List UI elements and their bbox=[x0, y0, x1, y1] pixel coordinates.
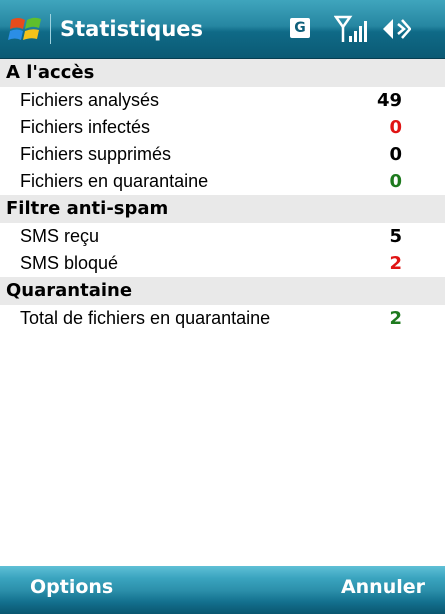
stat-label: SMS reçu bbox=[20, 226, 100, 246]
stat-row-files-scanned: Fichiers analysés 49 bbox=[0, 87, 445, 114]
stat-row-sms-blocked: SMS bloqué 2 bbox=[0, 250, 445, 277]
stat-value: 0 bbox=[389, 171, 402, 192]
options-softkey[interactable]: Options bbox=[30, 576, 113, 598]
stat-row-total-quarantined: Total de fichiers en quarantaine 2 bbox=[0, 305, 445, 332]
stat-value: 2 bbox=[389, 308, 402, 329]
statistics-content: A l'accès Fichiers analysés 49 Fichiers … bbox=[0, 59, 445, 567]
section-header-on-access: A l'accès bbox=[0, 59, 445, 87]
volume-icon[interactable] bbox=[381, 16, 411, 42]
stat-value: 0 bbox=[389, 144, 402, 165]
softkey-bar: Options Annuler bbox=[0, 566, 445, 614]
stat-label: Fichiers analysés bbox=[20, 90, 160, 110]
stat-label: Fichiers en quarantaine bbox=[20, 171, 209, 191]
section-header-quarantine: Quarantaine bbox=[0, 277, 445, 305]
stat-value: 5 bbox=[389, 226, 402, 247]
windows-start-icon[interactable] bbox=[8, 12, 44, 48]
stat-row-sms-received: SMS reçu 5 bbox=[0, 223, 445, 250]
stat-value: 2 bbox=[389, 253, 402, 274]
title-bar: Statistiques G bbox=[0, 0, 445, 59]
stat-label: SMS bloqué bbox=[20, 253, 119, 273]
stat-label: Fichiers supprimés bbox=[20, 144, 172, 164]
section-header-anti-spam: Filtre anti-spam bbox=[0, 195, 445, 223]
stat-value: 0 bbox=[389, 117, 402, 138]
stat-row-files-quarantined: Fichiers en quarantaine 0 bbox=[0, 168, 445, 195]
cancel-softkey[interactable]: Annuler bbox=[341, 576, 425, 598]
stat-label: Fichiers infectés bbox=[20, 117, 151, 137]
network-type-badge[interactable]: G bbox=[290, 18, 310, 38]
stat-row-files-deleted: Fichiers supprimés 0 bbox=[0, 141, 445, 168]
signal-strength-icon[interactable] bbox=[334, 14, 370, 44]
stat-row-files-infected: Fichiers infectés 0 bbox=[0, 114, 445, 141]
title-separator bbox=[50, 14, 51, 44]
stat-label: Total de fichiers en quarantaine bbox=[20, 308, 271, 328]
stat-value: 49 bbox=[376, 90, 402, 111]
window-title: Statistiques bbox=[60, 17, 204, 41]
